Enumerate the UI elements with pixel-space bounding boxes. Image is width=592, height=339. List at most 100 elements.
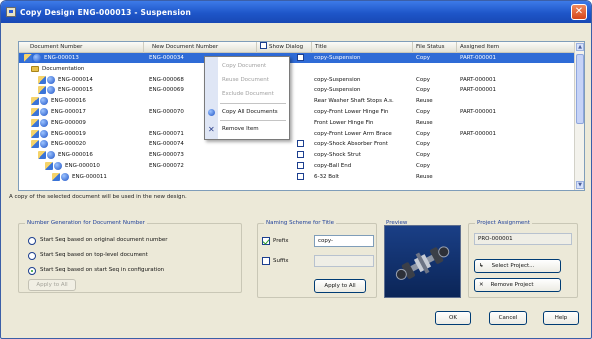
remove-project-label: Remove Project [490, 282, 534, 288]
part-icon [61, 172, 69, 181]
grid-vertical-scrollbar[interactable]: ▲ ▼ [574, 42, 584, 190]
cell-file-status: Copy [416, 141, 430, 148]
close-button[interactable]: ✕ [571, 4, 587, 20]
cell-new-document-number[interactable]: ENG-000072 [149, 161, 254, 171]
table-row[interactable]: ENG-000013 ENG-000034 copy-Suspension Copy P… [19, 53, 575, 63]
show-dialog-checkbox[interactable] [297, 54, 304, 61]
table-row[interactable]: ENG-000011 6-32 Bolt Reuse [19, 172, 575, 182]
radio-configuration-button[interactable] [28, 266, 36, 275]
table-row[interactable]: ENG-000009 Front Lower Hinge Fin Reuse [19, 118, 575, 128]
cell-new-document-number[interactable]: ENG-000073 [149, 150, 254, 160]
prefix-label: Prefix [273, 238, 289, 244]
title-bar[interactable]: Copy Design ENG-000013 - Suspension ✕ [1, 1, 591, 23]
col-title[interactable]: Title [312, 42, 413, 53]
show-dialog-checkbox[interactable] [297, 172, 304, 180]
ok-button[interactable]: OK [435, 311, 471, 325]
show-dialog-checkbox[interactable] [297, 151, 304, 159]
cell-title: Front Lower Hinge Fin [314, 119, 374, 126]
cell-file-status: Copy [416, 109, 430, 115]
table-row[interactable]: Documentation [19, 64, 575, 74]
cell-title: 6-32 Bolt [314, 173, 340, 180]
cell-assigned-item [460, 139, 570, 149]
suffix-checkbox[interactable] [262, 257, 270, 265]
project-assignment-group: Project Assignment PRO-000001 ↳ Select Pr… [468, 220, 578, 298]
col-show-dialog[interactable]: Show Dialog [257, 42, 312, 53]
show-dialog-checkbox[interactable] [297, 140, 304, 148]
radio-top-level-button[interactable] [28, 251, 36, 260]
cell-assigned-item: PART-000001 [460, 55, 496, 61]
table-row[interactable]: ENG-000010 ENG-000072 copy-Ball End Copy [19, 161, 575, 171]
cell-title: copy-Suspension [314, 87, 361, 94]
cell-assigned-item [460, 161, 570, 171]
prefix-option[interactable]: Prefix [262, 236, 288, 246]
cell-assigned-item [460, 64, 570, 74]
cell-assigned-item: PART-000001 [460, 109, 496, 115]
document-grid[interactable]: Document Number New Document Number Show… [18, 41, 585, 191]
cell-document-number: ENG-000020 [51, 141, 86, 148]
tree-node-icons [31, 65, 39, 73]
naming-apply-all-button[interactable]: Apply to All [314, 279, 366, 293]
cell-assigned-item [460, 118, 570, 128]
menu-copy-all-documents[interactable]: Copy All Documents [205, 106, 289, 119]
show-dialog-checkbox[interactable] [297, 162, 304, 169]
table-row[interactable]: ENG-000016 Rear Washer Shaft Stops A.s. Re… [19, 96, 575, 106]
menu-remove-item[interactable]: ✕ Remove Item [205, 123, 289, 136]
assembly-icon [45, 162, 53, 170]
window-title: Copy Design ENG-000013 - Suspension [20, 7, 192, 17]
col-show-dialog-label: Show Dialog [269, 44, 304, 50]
table-row[interactable]: ENG-000014 ENG-000068 copy-Suspension Copy P… [19, 75, 575, 85]
show-dialog-header-checkbox[interactable] [260, 42, 267, 49]
table-row[interactable]: ENG-000020 ENG-000074 copy-Shock Absorber … [19, 139, 575, 149]
radio-top-level[interactable]: Start Seq based on top-level document [28, 251, 148, 260]
cell-new-document-number[interactable] [149, 172, 254, 182]
radio-original-number-button[interactable] [28, 236, 36, 245]
prefix-checkbox[interactable] [262, 237, 270, 245]
menu-copy-all-documents-label: Copy All Documents [222, 109, 278, 115]
suffix-option[interactable]: Suffix [262, 256, 289, 266]
col-file-status[interactable]: File Status [413, 42, 457, 53]
part-icon [47, 151, 55, 160]
status-message: A copy of the selected document will be … [9, 194, 187, 200]
assembly-icon [38, 151, 46, 160]
table-row[interactable]: ENG-000016 ENG-000073 copy-Shock Strut Copy [19, 150, 575, 160]
menu-copy-document[interactable]: Copy Document [205, 60, 289, 73]
cell-new-document-number[interactable]: ENG-000074 [149, 139, 254, 149]
project-value-field: PRO-000001 [474, 233, 572, 245]
prefix-input[interactable]: copy- [314, 235, 374, 247]
menu-reuse-document[interactable]: Reuse Document [205, 74, 289, 87]
tree-node-icons [31, 108, 48, 116]
suspension-model-icon [395, 246, 450, 280]
col-new-document-number[interactable]: New Document Number [144, 42, 257, 53]
cancel-button[interactable]: Cancel [489, 311, 527, 325]
assembly-icon [38, 86, 46, 95]
scroll-up-icon[interactable]: ▲ [576, 43, 584, 51]
scroll-thumb[interactable] [576, 54, 584, 124]
help-button[interactable]: Help [543, 311, 579, 325]
cell-title: copy-Suspension [314, 55, 361, 61]
table-row[interactable]: ENG-000019 ENG-000071 copy-Front Lower Arm… [19, 129, 575, 139]
tree-node-icons [31, 129, 48, 138]
radio-configuration[interactable]: Start Seq based on start Seq in configur… [28, 266, 164, 275]
menu-exclude-document[interactable]: Exclude Document [205, 88, 289, 101]
cell-file-status: Copy [416, 55, 430, 61]
project-assignment-title: Project Assignment [475, 220, 532, 226]
tree-node-icons [24, 54, 41, 62]
cell-document-number: ENG-000014 [58, 76, 93, 83]
scroll-down-icon[interactable]: ▼ [576, 181, 584, 189]
remove-project-button[interactable]: ✕ Remove Project [474, 278, 561, 292]
cell-file-status: Reuse [416, 173, 433, 180]
cell-assigned-item [460, 150, 570, 160]
assembly-icon [31, 118, 39, 127]
select-project-button[interactable]: ↳ Select Project... [474, 259, 561, 273]
col-document-number[interactable]: Document Number [19, 42, 144, 53]
radio-original-number[interactable]: Start Seq based on original document num… [28, 236, 168, 245]
col-assigned-item[interactable]: Assigned Item [457, 42, 575, 53]
menu-separator-2 [220, 120, 286, 121]
numbering-apply-all-button[interactable]: Apply to All [28, 279, 76, 291]
table-row[interactable]: ENG-000015 ENG-000069 copy-Suspension Copy P… [19, 85, 575, 95]
remove-x-icon: ✕ [208, 125, 215, 134]
suffix-input[interactable] [314, 255, 374, 267]
preview-image [384, 225, 461, 298]
cell-document-number: ENG-000011 [72, 173, 107, 180]
table-row[interactable]: ENG-000017 ENG-000070 copy-Front Lower Hin… [19, 107, 575, 117]
